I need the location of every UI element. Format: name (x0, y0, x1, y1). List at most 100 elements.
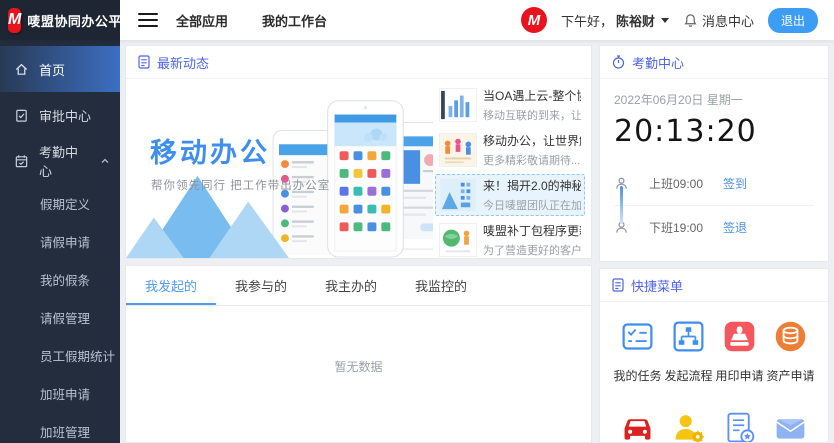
sidebar-item-label: 考勤中心 (39, 142, 90, 180)
banner-headline: 移动办公 (150, 131, 270, 170)
quick-menu-grid: 我的任务 发起流程 (600, 302, 828, 443)
nav-my-workbench[interactable]: 我的工作台 (262, 11, 327, 30)
sidebar-subitem-my-leave-notes[interactable]: 我的假条 (0, 260, 120, 298)
sidebar-subitem-overtime-management[interactable]: 加班管理 (0, 412, 120, 443)
chevron-up-icon (100, 156, 110, 166)
quick-item-new-contract[interactable]: 新建合同 (714, 408, 765, 443)
bell-icon (683, 13, 698, 28)
quick-item-label: 我的任务 (613, 367, 661, 384)
sidebar-subitem-employee-holiday-stats[interactable]: 员工假期统计 (0, 336, 120, 374)
car-request-icon (619, 408, 656, 443)
latest-news-panel: 最新动态 (125, 45, 592, 259)
sidebar-item-label: 审批中心 (39, 106, 110, 125)
news-item[interactable]: 移动办公，让世界触手可 更多精彩敬请期待........ (435, 129, 585, 171)
news-thumbnail (439, 223, 477, 257)
news-item-highlighted[interactable]: 来！揭开2.0的神秘面纱- 今日唛盟团队正在加班加点， (435, 174, 585, 216)
empty-data-text: 暂无数据 (126, 358, 591, 375)
banner-subline: 帮你领先同行 把工作带出办公室 (151, 177, 330, 193)
logout-button[interactable]: 退出 (768, 8, 818, 33)
check-out-link[interactable]: 签退 (723, 219, 747, 236)
sidebar-item-label: 首页 (39, 60, 110, 79)
news-title: 当OA遇上云-整个协同OA (483, 87, 581, 104)
main-content: 最新动态 (120, 40, 834, 443)
tab-hosted-by-me[interactable]: 我主办的 (306, 266, 396, 305)
sidebar: 首页 审批中心 考勤中心 假期定义 请假申请 我的假条 请假管理 员 (0, 40, 120, 443)
attendance-clock: 20:13:20 (614, 114, 814, 149)
sidebar-subitem-holiday-definition[interactable]: 假期定义 (0, 184, 120, 222)
document-icon (138, 55, 150, 69)
stopwatch-icon (612, 55, 625, 69)
sidebar-item-home[interactable]: 首页 (0, 46, 120, 92)
quick-item-label: 资产申请 (766, 367, 814, 384)
nav-all-apps[interactable]: 全部应用 (176, 11, 228, 30)
user-avatar[interactable]: M (521, 7, 547, 33)
news-title: 移动办公，让世界触手可 (483, 132, 581, 149)
news-desc: 移动互联的到来，让OA与云 (483, 107, 581, 123)
home-icon (14, 62, 29, 77)
quick-item-my-tasks[interactable]: 我的任务 (612, 316, 663, 384)
logo-zone: M 唛盟协同办公平台 (0, 0, 120, 40)
brand-logo-icon: M (8, 8, 21, 33)
header-right: M 下午好，陈裕财 消息中心 退出 (521, 7, 822, 33)
shift-label: 下班19:00 (649, 219, 723, 236)
news-desc: 为了营造更好的客户体验，唛 (483, 242, 581, 258)
news-desc: 更多精彩敬请期待........ (483, 152, 581, 168)
user-menu[interactable]: 下午好，陈裕财 (561, 11, 669, 30)
news-title: 唛盟补丁包程序更新 (483, 222, 581, 239)
news-item[interactable]: 当OA遇上云-整个协同OA 移动互联的到来，让OA与云 (435, 84, 585, 126)
attendance-row-checkin: 上班09:00 签到 (614, 162, 814, 205)
quick-item-seal-request[interactable]: 用印申请 (714, 316, 765, 384)
tab-monitored-by-me[interactable]: 我监控的 (396, 266, 486, 305)
sidebar-subitem-leave-request[interactable]: 请假申请 (0, 222, 120, 260)
chevron-down-icon (661, 18, 669, 23)
asset-request-icon (772, 316, 809, 356)
message-center-button[interactable]: 消息中心 (683, 11, 754, 30)
sidebar-item-attendance-center[interactable]: 考勤中心 (0, 138, 120, 184)
message-center-label: 消息中心 (702, 11, 754, 30)
news-title: 来！揭开2.0的神秘面纱- (483, 177, 581, 194)
new-mail-icon (772, 408, 809, 443)
my-tasks-icon (619, 316, 656, 356)
tasks-panel: 我发起的 我参与的 我主办的 我监控的 暂无数据 (125, 265, 592, 443)
quick-item-car-request[interactable]: 用车申请 (612, 408, 663, 443)
greeting-text: 下午好， (561, 11, 613, 30)
quick-item-label: 用印申请 (715, 367, 763, 384)
tab-initiated-by-me[interactable]: 我发起的 (126, 266, 216, 305)
quick-item-label: 发起流程 (664, 367, 712, 384)
timeline-connector (620, 186, 623, 224)
attendance-icon (14, 154, 29, 169)
quick-item-new-mail[interactable]: 新建邮件 (765, 408, 816, 443)
attendance-date: 2022年06月20日 星期一 (614, 91, 814, 108)
quick-menu-panel: 快捷菜单 我的任务 (599, 268, 829, 443)
top-nav: 全部应用 我的工作台 (176, 11, 327, 30)
sidebar-subitem-leave-management[interactable]: 请假管理 (0, 298, 120, 336)
sidebar-subitem-overtime-request[interactable]: 加班申请 (0, 374, 120, 412)
panel-title: 考勤中心 (632, 53, 684, 72)
quick-item-asset-request[interactable]: 资产申请 (765, 316, 816, 384)
latest-news-header: 最新动态 (126, 46, 591, 79)
attendance-panel: 考勤中心 2022年06月20日 星期一 20:13:20 上班09:00 签到 (599, 45, 829, 262)
news-item[interactable]: 唛盟补丁包程序更新 为了营造更好的客户体验，唛 (435, 219, 585, 258)
quick-item-start-flow[interactable]: 发起流程 (663, 316, 714, 384)
news-thumbnail (439, 178, 477, 212)
approval-icon (14, 108, 29, 123)
quick-item-meeting-request[interactable]: 会议申请 (663, 408, 714, 443)
meeting-request-icon (670, 408, 707, 443)
panel-title: 最新动态 (157, 53, 209, 72)
top-header: M 唛盟协同办公平台 全部应用 我的工作台 M 下午好，陈裕财 消息中心 (0, 0, 834, 40)
sidebar-item-approval-center[interactable]: 审批中心 (0, 92, 120, 138)
seal-request-icon (721, 316, 758, 356)
news-desc: 今日唛盟团队正在加班加点， (483, 197, 581, 213)
username: 陈裕财 (616, 11, 655, 30)
menu-toggle-icon[interactable] (138, 13, 158, 28)
news-thumbnail (439, 133, 477, 167)
start-flow-icon (670, 316, 707, 356)
panel-title: 快捷菜单 (631, 276, 683, 295)
attendance-row-checkout: 下班19:00 签退 (614, 205, 814, 248)
check-in-link[interactable]: 签到 (723, 175, 747, 192)
news-list: 当OA遇上云-整个协同OA 移动互联的到来，让OA与云 移动办公，让世界触手可 … (433, 79, 591, 258)
tab-participated-by-me[interactable]: 我参与的 (216, 266, 306, 305)
news-thumbnail (439, 88, 477, 122)
shift-label: 上班09:00 (649, 175, 723, 192)
news-banner[interactable]: 移动办公 帮你领先同行 把工作带出办公室 (126, 79, 433, 258)
